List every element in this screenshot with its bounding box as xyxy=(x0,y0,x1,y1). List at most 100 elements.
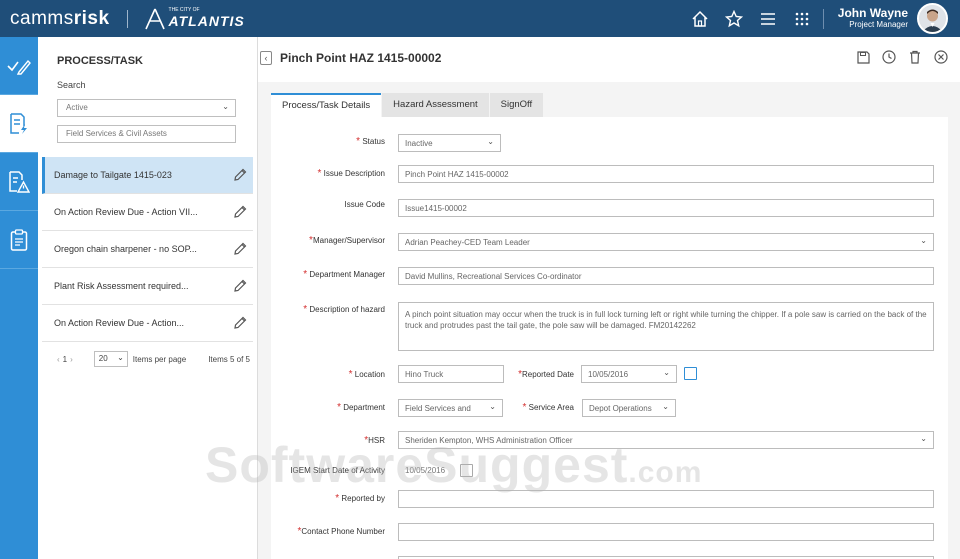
manager-label: *Manager/Supervisor xyxy=(309,235,385,246)
issue-code-label: Issue Code xyxy=(344,200,385,209)
pager: ‹ 1 › 20 ⌄ Items per page Items 5 of 5 xyxy=(54,351,250,367)
service-area-select[interactable]: Depot Operations ⌄ xyxy=(582,399,676,417)
calendar-icon[interactable] xyxy=(684,367,697,380)
status-filter-select[interactable]: Active ⌄ xyxy=(57,99,236,117)
rail-item-process[interactable] xyxy=(0,95,38,153)
calendar-icon[interactable] xyxy=(460,464,473,477)
list-item-label: On Action Review Due - Action VII... xyxy=(54,207,198,217)
igem-start-label: IGEM Start Date of Activity xyxy=(290,466,385,475)
user-info[interactable]: John Wayne Project Manager xyxy=(838,6,908,29)
description-label: * Description of hazard xyxy=(303,304,385,315)
avatar[interactable] xyxy=(917,3,948,34)
contact-phone-label: *Contact Phone Number xyxy=(297,526,385,537)
edit-pencil-icon[interactable] xyxy=(233,316,247,330)
status-label: * Status xyxy=(356,136,385,147)
chevron-down-icon: ⌄ xyxy=(920,434,927,443)
reported-date-label: *Reported Date xyxy=(518,369,574,380)
rail-item-clipboard[interactable] xyxy=(0,211,38,269)
list-item[interactable]: On Action Review Due - Action VII... xyxy=(42,194,253,231)
rail-item-tasks[interactable] xyxy=(0,37,38,95)
location-label: * Location xyxy=(348,369,385,380)
reported-date-field[interactable]: 10/05/2016 ⌄ xyxy=(581,365,677,383)
org-emblem-icon xyxy=(144,8,165,29)
list-item-label: Plant Risk Assessment required... xyxy=(54,281,189,291)
department-label: * Department xyxy=(337,402,385,413)
tab-hazard-assessment[interactable]: Hazard Assessment xyxy=(382,93,489,117)
issue-description-field[interactable]: Pinch Point HAZ 1415-00002 xyxy=(398,165,934,183)
hazard-report-icon xyxy=(9,170,30,193)
service-area-label: * Service Area xyxy=(522,402,575,413)
brand-part2: risk xyxy=(73,7,110,29)
tab-bar: Process/Task Details Hazard Assessment S… xyxy=(271,93,544,117)
save-icon[interactable] xyxy=(856,50,870,64)
hsr-select[interactable]: Sheriden Kempton, WHS Administration Off… xyxy=(398,431,934,449)
close-icon[interactable] xyxy=(934,50,948,64)
contact-phone-field[interactable] xyxy=(398,523,934,541)
manager-select[interactable]: Adrian Peachey-CED Team Leader ⌄ xyxy=(398,233,934,251)
apps-grid-icon[interactable] xyxy=(792,9,812,29)
search-input[interactable]: Field Services & Civil Assets xyxy=(57,125,236,143)
main-content: ‹ Pinch Point HAZ 1415-00002 Process/Tas… xyxy=(258,37,960,559)
search-label: Search xyxy=(57,80,86,90)
page-size-select[interactable]: 20 ⌄ xyxy=(93,351,128,367)
current-page[interactable]: 1 xyxy=(63,355,67,364)
clipboard-icon xyxy=(10,228,28,251)
issue-description-label: * Issue Description xyxy=(317,168,386,179)
brand-part1: camms xyxy=(10,7,74,29)
department-manager-field[interactable]: David Mullins, Recreational Services Co-… xyxy=(398,267,934,285)
document-bolt-icon xyxy=(10,112,27,134)
items-count: Items 5 of 5 xyxy=(208,354,250,364)
org-name: ATLANTIS xyxy=(168,13,245,29)
edit-pencil-icon[interactable] xyxy=(233,242,247,256)
menu-icon[interactable] xyxy=(758,9,778,29)
collapse-panel-button[interactable]: ‹ xyxy=(260,51,272,65)
list-item[interactable]: On Action Review Due - Action... xyxy=(42,305,253,342)
top-bar: cammsrisk THE CITY OF ATLANTIS John Wayn… xyxy=(0,0,960,37)
star-icon[interactable] xyxy=(724,9,744,29)
reported-by-field[interactable] xyxy=(398,490,934,508)
list-item[interactable]: Damage to Tailgate 1415-023 xyxy=(42,157,253,194)
issue-code-field[interactable]: Issue1415-00002 xyxy=(398,199,934,217)
panel-title: PROCESS/TASK xyxy=(57,55,143,67)
header-divider xyxy=(126,9,128,28)
trash-icon[interactable] xyxy=(908,50,922,64)
description-textarea[interactable]: A pinch point situation may occur when t… xyxy=(398,302,934,351)
tab-process-task-details[interactable]: Process/Task Details xyxy=(271,93,382,117)
edit-pencil-icon[interactable] xyxy=(233,168,247,182)
list-item-label: Damage to Tailgate 1415-023 xyxy=(54,170,172,180)
process-task-panel: PROCESS/TASK Search Active ⌄ Field Servi… xyxy=(38,37,258,559)
chevron-down-icon: ⌄ xyxy=(489,402,496,411)
user-role: Project Manager xyxy=(849,20,908,29)
chevron-down-icon: ⌄ xyxy=(117,353,124,362)
record-header: ‹ Pinch Point HAZ 1415-00002 xyxy=(258,37,960,82)
chevron-down-icon: ⌄ xyxy=(222,102,229,111)
tasks-icon xyxy=(7,59,31,75)
list-item-label: Oregon chain sharpener - no SOP... xyxy=(54,244,197,254)
history-icon[interactable] xyxy=(882,50,896,64)
edit-pencil-icon[interactable] xyxy=(233,279,247,293)
chevron-down-icon: ⌄ xyxy=(662,402,669,411)
list-item[interactable]: Oregon chain sharpener - no SOP... xyxy=(42,231,253,268)
chevron-down-icon: ⌄ xyxy=(487,137,494,146)
tab-signoff[interactable]: SignOff xyxy=(489,93,544,117)
igem-start-value: 10/05/2016 xyxy=(405,466,446,475)
location-field[interactable]: Hino Truck xyxy=(398,365,504,383)
edit-pencil-icon[interactable] xyxy=(233,205,247,219)
rail-item-hazard[interactable] xyxy=(0,153,38,211)
left-rail xyxy=(0,37,38,559)
reported-by-label: * Reported by xyxy=(335,493,385,504)
list-item-label: On Action Review Due - Action... xyxy=(54,318,185,328)
prev-page-button[interactable]: ‹ xyxy=(57,355,60,364)
department-select[interactable]: Field Services and ⌄ xyxy=(398,399,503,417)
next-page-button[interactable]: › xyxy=(70,355,73,364)
page-size-value: 20 xyxy=(98,354,108,363)
items-per-page-label: Items per page xyxy=(132,354,187,364)
chevron-down-icon: ⌄ xyxy=(663,368,670,377)
list-item[interactable]: Plant Risk Assessment required... xyxy=(42,268,253,305)
status-filter-value: Active xyxy=(66,103,88,112)
task-list: Damage to Tailgate 1415-023 On Action Re… xyxy=(42,157,253,342)
chevron-down-icon: ⌄ xyxy=(920,236,927,245)
brand-logo[interactable]: cammsrisk xyxy=(10,8,110,30)
status-select[interactable]: Inactive ⌄ xyxy=(398,134,501,152)
home-icon[interactable] xyxy=(690,9,710,29)
